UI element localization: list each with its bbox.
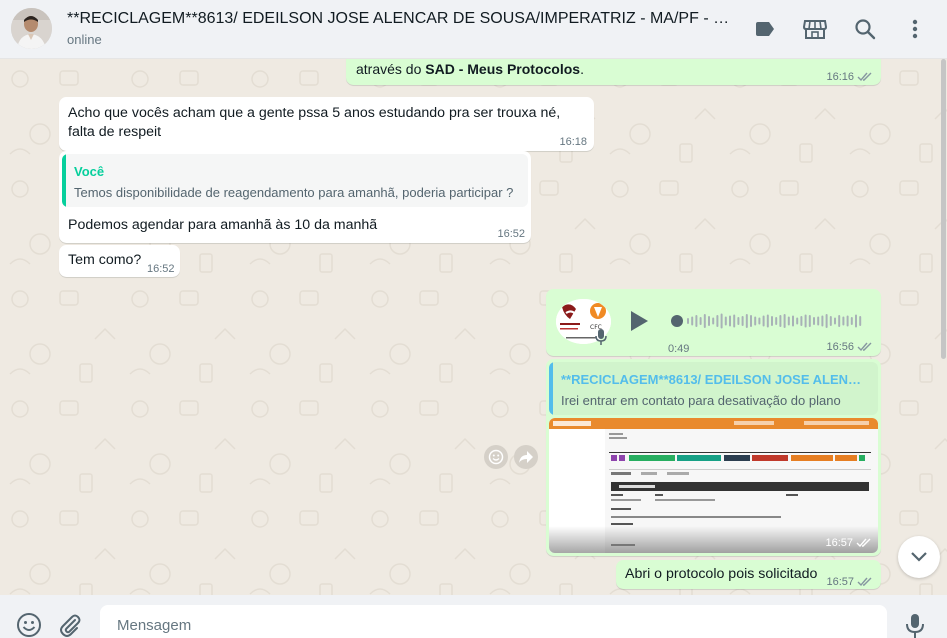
message-input-box[interactable] bbox=[100, 605, 887, 638]
message-time: 16:18 bbox=[559, 136, 587, 148]
attach-icon[interactable] bbox=[58, 613, 82, 638]
message-incoming[interactable]: Tem como? 16:52 bbox=[59, 245, 180, 277]
image-attachment[interactable]: 16:57 bbox=[549, 418, 878, 553]
play-button[interactable] bbox=[627, 309, 651, 333]
quoted-author: **RECICLAGEM**8613/ EDEILSON JOSE ALENCA… bbox=[561, 372, 866, 387]
microphone-icon bbox=[594, 328, 608, 352]
quoted-text: Irei entrar em contato para desativação … bbox=[561, 393, 841, 408]
message-time: 16:57 bbox=[825, 534, 872, 553]
voice-duration: 0:49 bbox=[668, 343, 690, 355]
message-outgoing[interactable]: Abri o protocolo pois solicitado 16:57 bbox=[616, 560, 881, 589]
message-text: Tem como? bbox=[68, 252, 142, 268]
message-text: através do SAD - Meus Protocolos. bbox=[356, 61, 584, 77]
double-check-icon bbox=[857, 575, 873, 594]
search-icon[interactable] bbox=[852, 16, 878, 42]
quoted-message[interactable]: Você Temos disponibilidade de reagendame… bbox=[62, 154, 528, 207]
quoted-author: Você bbox=[74, 164, 105, 179]
label-icon[interactable] bbox=[752, 16, 778, 42]
store-icon[interactable] bbox=[802, 16, 828, 42]
emoji-icon[interactable] bbox=[16, 612, 42, 638]
audio-waveform[interactable] bbox=[670, 310, 866, 332]
message-outgoing-image[interactable]: **RECICLAGEM**8613/ EDEILSON JOSE ALENCA… bbox=[546, 359, 881, 556]
message-time: 16:52 bbox=[147, 263, 175, 275]
composer-bar bbox=[0, 595, 947, 638]
chat-title[interactable]: **RECICLAGEM**8613/ EDEILSON JOSE ALENCA… bbox=[67, 10, 737, 28]
contact-status: online bbox=[67, 32, 102, 47]
menu-icon[interactable] bbox=[902, 16, 928, 42]
message-outgoing[interactable]: através do SAD - Meus Protocolos. 16:16 bbox=[346, 59, 881, 85]
message-time: 16:52 bbox=[497, 228, 525, 240]
chat-scrollbar[interactable] bbox=[941, 59, 946, 359]
chevron-down-icon bbox=[911, 552, 927, 562]
double-check-icon bbox=[857, 340, 873, 359]
double-check-icon bbox=[856, 536, 872, 553]
microphone-icon[interactable] bbox=[905, 613, 925, 638]
message-text: Abri o protocolo pois solicitado bbox=[625, 566, 818, 582]
quoted-text: Temos disponibilidade de reagendamento p… bbox=[74, 185, 514, 200]
message-text: Acho que vocês acham que a gente pssa 5 … bbox=[68, 105, 561, 140]
message-incoming[interactable]: Acho que vocês acham que a gente pssa 5 … bbox=[59, 97, 594, 151]
forward-icon[interactable] bbox=[514, 445, 538, 469]
chat-area[interactable]: através do SAD - Meus Protocolos. 16:16 … bbox=[0, 59, 947, 595]
contact-avatar[interactable] bbox=[11, 8, 52, 49]
chat-header: **RECICLAGEM**8613/ EDEILSON JOSE ALENCA… bbox=[0, 0, 947, 59]
message-incoming-reply[interactable]: Você Temos disponibilidade de reagendame… bbox=[59, 151, 531, 243]
message-input[interactable] bbox=[100, 605, 887, 638]
quoted-message[interactable]: **RECICLAGEM**8613/ EDEILSON JOSE ALENCA… bbox=[549, 362, 878, 415]
voice-message[interactable]: CFC 0:49 16:56 bbox=[546, 289, 881, 356]
message-time: 16:57 bbox=[826, 573, 873, 594]
scroll-to-bottom-button[interactable] bbox=[898, 536, 940, 578]
message-time: 16:56 bbox=[826, 338, 873, 359]
message-text: Podemos agendar para amanhã às 10 da man… bbox=[68, 217, 378, 233]
react-emoji-icon[interactable] bbox=[484, 445, 508, 469]
double-check-icon bbox=[857, 70, 873, 89]
message-time: 16:16 bbox=[826, 68, 873, 89]
